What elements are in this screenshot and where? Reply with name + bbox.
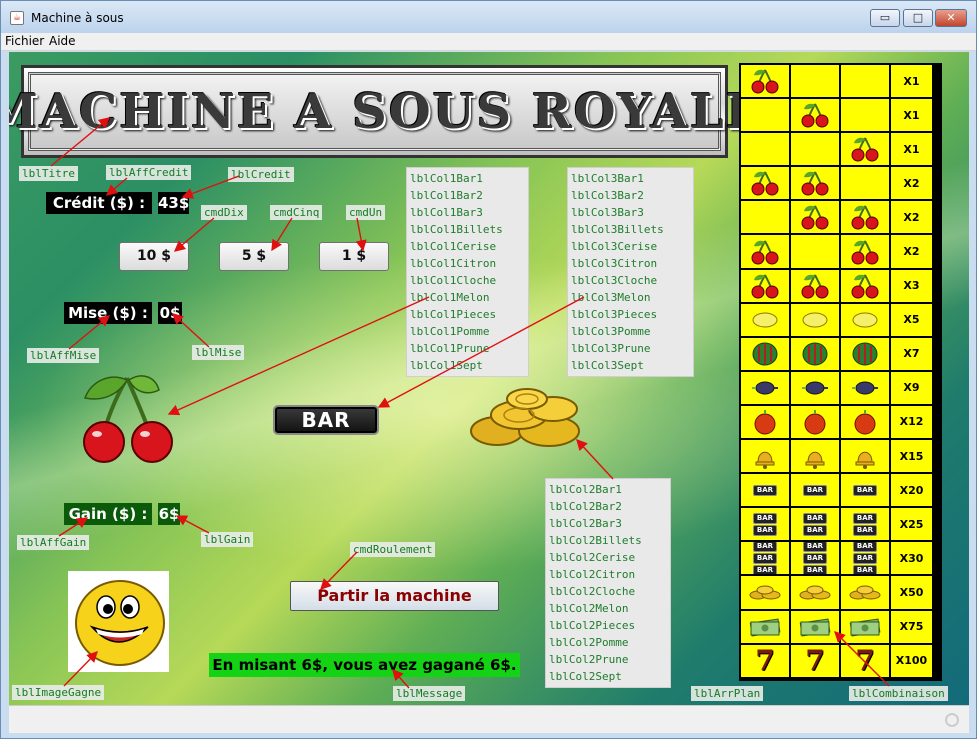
arrow-lblGain xyxy=(175,515,210,534)
arrow-cmdCinq xyxy=(271,217,293,252)
title-bar[interactable]: ☕ Machine à sous ▭ □ ✕ xyxy=(1,1,976,33)
arrow-lblCombinaison xyxy=(834,631,890,687)
close-icon: ✕ xyxy=(946,11,956,24)
menu-fichier[interactable]: Fichier xyxy=(5,34,44,48)
arrow-col1-to-reel1 xyxy=(167,296,430,416)
maximize-icon: □ xyxy=(912,11,924,24)
annotation-arrows xyxy=(50,117,890,689)
arrow-lblImageGagne xyxy=(63,650,98,687)
arrow-col3-to-reel2 xyxy=(377,296,585,408)
menu-bar: Fichier Aide xyxy=(1,33,976,51)
arrow-lblAffMise xyxy=(68,315,111,350)
window-title: Machine à sous xyxy=(31,11,124,25)
minimize-icon: ▭ xyxy=(879,11,891,24)
close-button[interactable]: ✕ xyxy=(935,9,967,27)
menu-aide[interactable]: Aide xyxy=(49,34,76,48)
maximize-button[interactable]: □ xyxy=(903,9,933,27)
arrow-lblAffGain xyxy=(58,517,89,537)
minimize-button[interactable]: ▭ xyxy=(870,9,900,27)
arrow-cmdUn xyxy=(355,217,367,252)
arrow-lblAffCredit xyxy=(105,177,128,196)
arrow-lblCredit xyxy=(181,175,240,199)
java-app-icon: ☕ xyxy=(10,11,24,25)
arrow-cmdDix xyxy=(173,217,215,252)
status-bar xyxy=(9,705,969,733)
arrow-cmdRoulement xyxy=(320,551,358,591)
arrow-lblMise xyxy=(171,313,210,348)
busy-indicator-icon xyxy=(945,713,959,727)
arrow-lblTitre xyxy=(50,117,111,167)
application-window: ☕ Machine à sous ▭ □ ✕ Fichier Aide MACH… xyxy=(0,0,977,739)
arrow-col2-to-reel3 xyxy=(576,438,614,480)
arrow-lblMessage xyxy=(392,668,410,689)
game-panel: MACHINE A SOUS ROYALE lblTitre lblAffCre… xyxy=(9,52,969,705)
